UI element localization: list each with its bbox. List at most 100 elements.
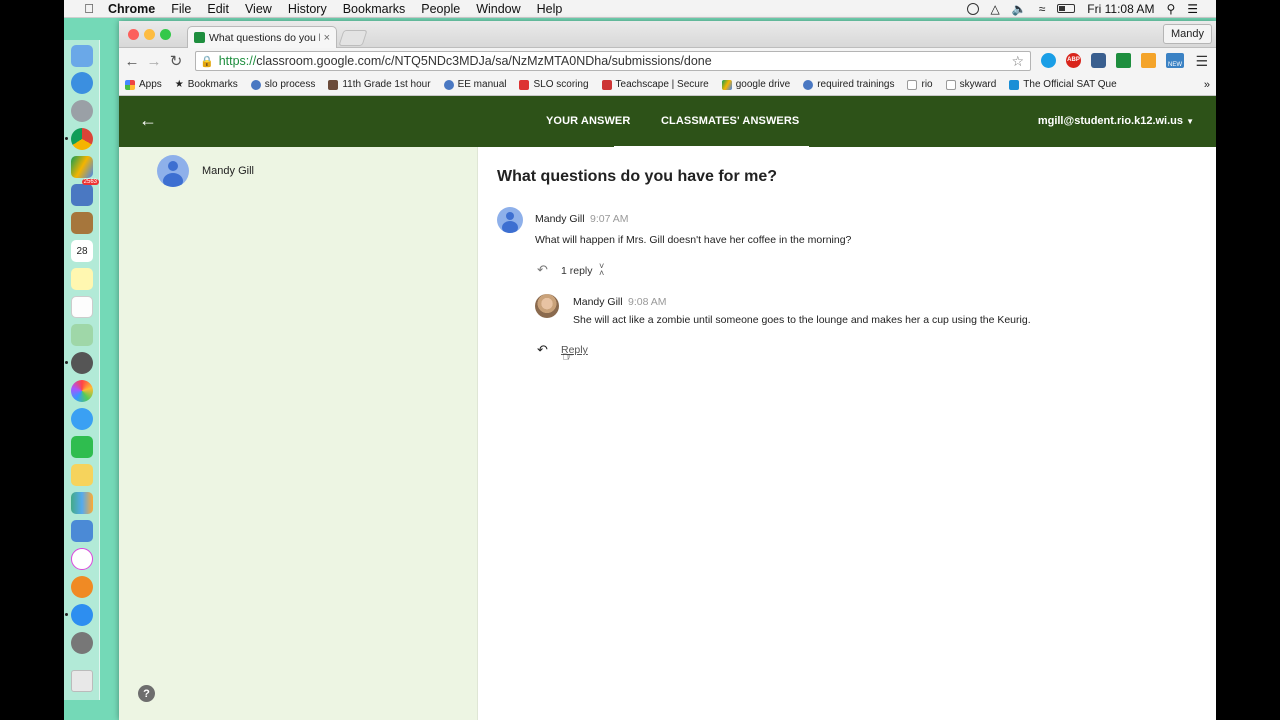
classroom-extension-icon[interactable]	[1116, 53, 1131, 68]
bookmark-teachscape[interactable]: Teachscape | Secure	[601, 79, 709, 90]
bookmark-bookmarks[interactable]: ★ Bookmarks	[175, 79, 238, 90]
bookmark-star-icon[interactable]: ☆	[1011, 53, 1024, 70]
menu-help[interactable]: Help	[537, 2, 563, 16]
notification-center-icon[interactable]: ☰	[1187, 2, 1198, 16]
bookmark-label: slo process	[264, 79, 316, 90]
drive-favicon-icon	[803, 79, 814, 90]
answer-panel: What questions do you have for me? Mandy…	[478, 147, 1216, 720]
bookmark-skyward[interactable]: skyward	[945, 79, 996, 90]
adblock-extension-icon[interactable]: ABP	[1066, 53, 1081, 68]
menu-view[interactable]: View	[245, 2, 272, 16]
reminders-icon[interactable]	[71, 296, 93, 318]
bookmark-google-drive[interactable]: google drive	[721, 79, 791, 90]
classmate-item[interactable]: Mandy Gill	[157, 155, 254, 187]
maps-icon[interactable]	[71, 324, 93, 346]
wifi-icon[interactable]: ≈	[1039, 2, 1046, 16]
itunes-icon[interactable]	[71, 548, 93, 570]
app-store-icon[interactable]	[71, 604, 93, 626]
minimize-window-button[interactable]	[144, 29, 155, 40]
cloud-extension-icon[interactable]	[1091, 53, 1106, 68]
reply-count[interactable]: 1 reply	[561, 265, 593, 277]
reply-author: Mandy Gill	[573, 296, 623, 308]
tab-classmates-answers[interactable]: CLASSMATES' ANSWERS	[661, 115, 799, 127]
quicktime-icon[interactable]	[71, 352, 93, 374]
menu-bookmarks[interactable]: Bookmarks	[343, 2, 406, 16]
finder-icon[interactable]	[71, 45, 93, 67]
mail-icon[interactable]: 2563	[71, 179, 99, 206]
address-bar[interactable]: 🔒 https:// classroom.google.com/c/NTQ5ND…	[195, 51, 1031, 71]
keynote-icon[interactable]	[71, 520, 93, 542]
reply-arrow-icon[interactable]: ↶	[537, 262, 548, 278]
ibooks-icon[interactable]	[71, 576, 93, 598]
photos-icon[interactable]	[71, 380, 93, 402]
pages-icon[interactable]	[71, 464, 93, 486]
bookmark-required-trainings[interactable]: required trainings	[803, 79, 894, 90]
bookmarks-overflow-button[interactable]: »	[1204, 79, 1210, 91]
tab-close-icon[interactable]: ×	[324, 32, 330, 44]
notes-icon[interactable]	[71, 268, 93, 290]
bookmark-label: rio	[921, 79, 933, 90]
menu-app-name[interactable]: Chrome	[108, 2, 155, 16]
grammarly-extension-icon[interactable]	[1041, 53, 1056, 68]
calendar-icon[interactable]: 28	[71, 240, 93, 262]
url-path: classroom.google.com/c/NTQ5NDc3MDJa/sa/N…	[256, 54, 712, 68]
bookmark-label: Bookmarks	[187, 79, 238, 90]
apple-icon[interactable]: 	[80, 0, 98, 18]
safari-icon[interactable]	[71, 72, 93, 94]
menu-people[interactable]: People	[421, 2, 460, 16]
launchpad-icon[interactable]	[71, 100, 93, 122]
spotlight-icon[interactable]: ⚲	[1166, 2, 1175, 16]
back-icon[interactable]: ←	[123, 52, 141, 70]
bookmark-apps[interactable]: Apps	[125, 79, 162, 90]
dock-running-indicator	[65, 137, 68, 140]
bookmark-extension-icon[interactable]	[1141, 53, 1156, 68]
avatar	[157, 155, 189, 187]
tab-title: What questions do you hav	[209, 31, 320, 44]
system-preferences-icon[interactable]	[71, 632, 93, 654]
new-tab-button[interactable]	[338, 30, 368, 46]
bookmark-11th-grade[interactable]: 11th Grade 1st hour	[328, 79, 431, 90]
forward-icon[interactable]: →	[145, 52, 163, 70]
letterbox-right	[1216, 0, 1280, 720]
messages-icon[interactable]	[71, 408, 93, 430]
bookmark-slo-scoring[interactable]: SLO scoring	[519, 79, 589, 90]
page-favicon-icon	[907, 79, 918, 90]
help-icon[interactable]: ?	[138, 685, 155, 702]
reply-arrow-icon[interactable]: ↶	[537, 342, 548, 358]
chrome-menu-icon[interactable]: ☰	[1195, 53, 1208, 70]
collapse-replies-icon[interactable]: ˅ ˄	[599, 262, 604, 278]
numbers-icon[interactable]	[71, 492, 93, 514]
battery-icon[interactable]	[1057, 4, 1076, 13]
record-icon[interactable]	[966, 2, 979, 15]
volume-icon[interactable]: 🔈	[1012, 2, 1027, 16]
google-drive-icon[interactable]	[71, 156, 93, 178]
bookmark-label: SLO scoring	[533, 79, 589, 90]
browser-tab[interactable]: What questions do you hav ×	[187, 26, 337, 48]
trash-icon[interactable]	[71, 670, 93, 692]
back-arrow-icon[interactable]: ←	[139, 110, 157, 131]
bookmark-official-sat[interactable]: The Official SAT Que	[1009, 79, 1117, 90]
account-menu[interactable]: mgill@student.rio.k12.wi.us ▼	[1038, 115, 1194, 127]
profile-button[interactable]: Mandy	[1162, 24, 1212, 44]
menu-edit[interactable]: Edit	[207, 2, 229, 16]
menu-window[interactable]: Window	[476, 2, 520, 16]
menu-bar:  Chrome File Edit View History Bookmark…	[64, 0, 1216, 18]
contacts-icon[interactable]	[71, 212, 93, 234]
menu-file[interactable]: File	[171, 2, 191, 16]
reload-icon[interactable]: ↻	[167, 52, 185, 70]
url-scheme: https://	[218, 54, 257, 68]
menu-history[interactable]: History	[288, 2, 327, 16]
news-extension-icon[interactable]: NEW	[1166, 53, 1184, 68]
bookmark-label: google drive	[735, 79, 791, 90]
bookmark-ee-manual[interactable]: EE manual	[443, 79, 506, 90]
drive-sync-icon[interactable]: △	[991, 2, 1000, 16]
bookmark-slo-process[interactable]: slo process	[250, 79, 316, 90]
browser-toolbar: ← → ↻ 🔒 https:// classroom.google.com/c/…	[119, 48, 1216, 74]
facetime-icon[interactable]	[71, 436, 93, 458]
close-window-button[interactable]	[128, 29, 139, 40]
chrome-icon[interactable]	[71, 128, 93, 150]
tab-your-answer[interactable]: YOUR ANSWER	[546, 115, 630, 127]
bookmark-rio[interactable]: rio	[907, 79, 933, 90]
menubar-clock[interactable]: Fri 11:08 AM	[1087, 2, 1154, 16]
zoom-window-button[interactable]	[160, 29, 171, 40]
